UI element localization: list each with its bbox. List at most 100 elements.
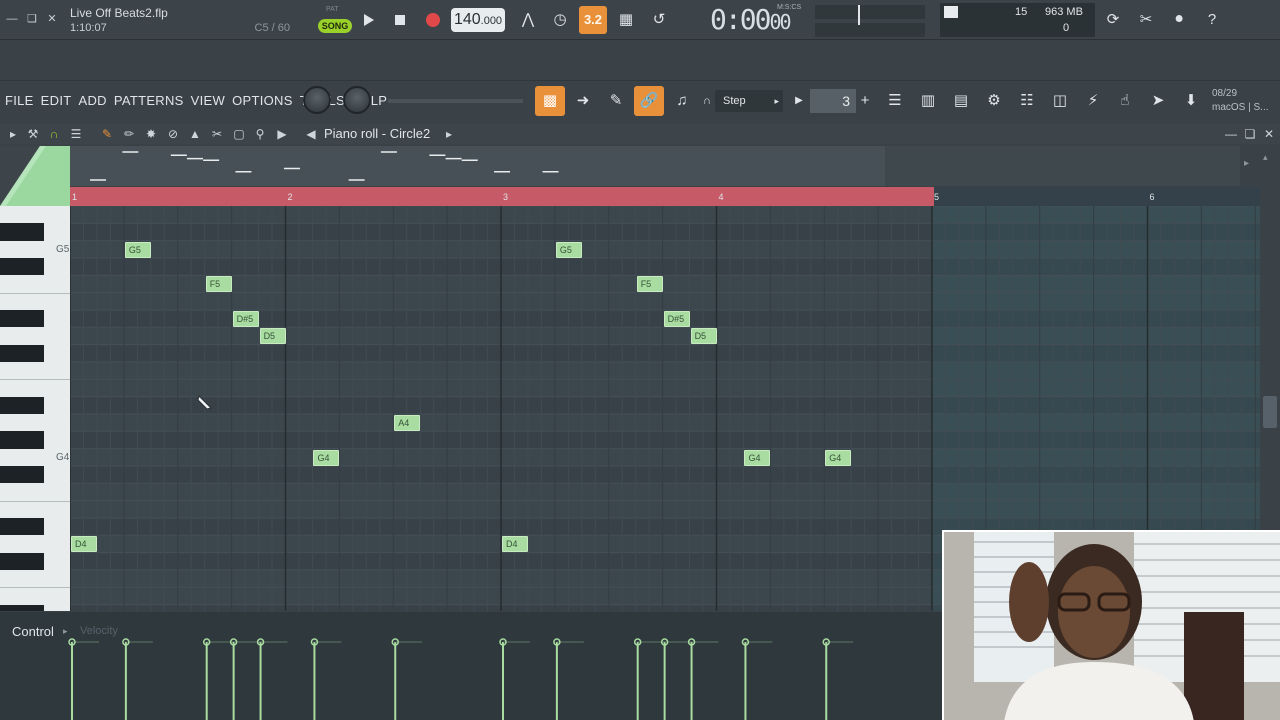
undo-history-icon[interactable]: ⟳ [1099,6,1127,34]
note-g5[interactable]: G5 [555,241,582,258]
news-text[interactable]: macOS | S... [1212,102,1269,113]
snap-selector[interactable]: Step ▸ [715,90,783,112]
touch-icon[interactable]: ☝ [1110,86,1140,116]
menu-edit[interactable]: EDIT [41,93,72,111]
chevron-right-icon[interactable]: ▸ [63,626,68,637]
black-key[interactable] [0,552,44,570]
channel-rack-icon[interactable]: ▤ [946,86,976,116]
cpu-memory-monitor[interactable]: 15 963 MB 0 [940,3,1095,37]
overview-empty: ▸ [885,146,1249,186]
menu-options[interactable]: OPTIONS [232,93,293,111]
black-key[interactable] [0,309,44,328]
scroll-thumb[interactable] [1263,396,1277,428]
loop-record-icon[interactable]: ↺ [645,6,673,34]
chevron-right-icon[interactable]: ▸ [440,126,458,142]
file-icon[interactable]: ◫ [1045,86,1075,116]
slice-tool-icon[interactable]: ✂ [208,126,226,142]
playlist-icon[interactable]: ☰ [880,86,910,116]
note-f5[interactable]: F5 [636,276,663,293]
speaker-icon[interactable]: ◀ [302,126,320,142]
mixer-icon[interactable]: ⚙ [979,86,1009,116]
note-g4[interactable]: G4 [313,449,340,466]
tempo-display[interactable]: 140.000 [451,8,505,32]
playback-icon[interactable]: ▶ [273,126,291,142]
browser-icon[interactable]: ☷ [1012,86,1042,116]
menu-file[interactable]: FILE [5,93,34,111]
black-key[interactable] [0,517,44,536]
typing-keyboard-icon[interactable]: ▩ [535,86,565,116]
black-key[interactable] [0,396,44,414]
timeline-ruler[interactable]: 1 2 3 4 5 6 [70,187,1260,206]
minimize-icon[interactable]: — [1222,126,1240,142]
link-icon[interactable]: 🔗 [634,86,664,116]
note-g4[interactable]: G4 [825,449,852,466]
chevron-right-icon[interactable]: ▸ [1244,158,1249,169]
black-key[interactable] [0,465,44,484]
close-icon[interactable]: ✕ [44,11,60,27]
note-f5[interactable]: F5 [205,276,232,293]
zoom-icon[interactable]: ⚲ [251,126,269,142]
piano-keyboard[interactable]: G5 G4 [0,206,70,611]
note-g4[interactable]: G4 [744,449,771,466]
black-key[interactable] [0,257,44,276]
chevron-up-icon[interactable]: ▴ [1263,152,1268,163]
arrow-right-icon[interactable]: ➜ [568,86,598,116]
note-dsharp5[interactable]: D#5 [663,310,690,327]
master-pitch-knob[interactable] [343,86,371,114]
plus-icon[interactable]: + [856,86,874,116]
play-small-icon[interactable]: ▶ [790,86,808,116]
control-label[interactable]: Control [12,624,54,639]
piano-roll-icon[interactable]: ▥ [913,86,943,116]
black-key[interactable] [0,604,44,611]
note-dsharp5[interactable]: D#5 [232,310,259,327]
main-slider[interactable] [388,99,523,103]
help-icon[interactable]: ? [1198,6,1226,34]
blend-notes-button[interactable]: 3.2 [579,6,607,34]
delete-tool-icon[interactable]: ✸ [142,126,160,142]
menu-icon[interactable]: ☰ [67,126,85,142]
pat-song-switch[interactable]: PAT SONG [318,6,352,34]
menu-patterns[interactable]: PATTERNS [114,93,184,111]
black-key[interactable] [0,431,44,449]
maximize-icon[interactable]: ❏ [1241,126,1259,142]
black-key[interactable] [0,223,44,241]
plugin-icon[interactable]: ⚡ [1078,86,1108,116]
note-a4[interactable]: A4 [394,414,421,431]
menu-add[interactable]: ADD [78,93,106,111]
metronome-icon[interactable]: ⋀ [514,6,542,34]
slip-tool-icon[interactable]: ▲ [186,126,204,142]
play-button[interactable] [354,6,382,34]
download-icon[interactable]: ⬇ [1176,86,1206,116]
select-tool-icon[interactable]: ▢ [230,126,248,142]
scissors-icon[interactable]: ✂ [1132,6,1160,34]
wait-for-input-icon[interactable]: ◷ [546,6,574,34]
step-value-field[interactable]: 3 [810,89,856,113]
magnet-icon[interactable]: ∩ [45,126,63,142]
close-icon[interactable]: ✕ [1260,126,1278,142]
pattern-overview[interactable] [70,146,885,186]
stamp-icon[interactable]: ♫ [667,86,697,116]
restore-icon[interactable]: ❏ [24,11,40,27]
mute-tool-icon[interactable]: ⊘ [164,126,182,142]
microphone-icon[interactable]: ⚫ [1165,6,1193,34]
note-d5[interactable]: D5 [690,328,717,345]
note-d4[interactable]: D4 [502,536,528,553]
note-d4[interactable]: D4 [71,536,97,553]
options-arrow-icon[interactable]: ▸ [4,126,22,142]
note-g5[interactable]: G5 [124,241,151,258]
tools-wrench-icon[interactable]: ⚒ [24,126,42,142]
note-d5[interactable]: D5 [259,328,286,345]
script-icon[interactable]: ➤ [1143,86,1173,116]
loop-region[interactable] [70,187,934,206]
paint-brush-icon[interactable]: ✏ [120,126,138,142]
step-edit-icon[interactable]: ▦ [612,6,640,34]
draw-pencil-icon[interactable]: ✎ [98,126,116,142]
menu-view[interactable]: VIEW [191,93,225,111]
minimize-icon[interactable]: — [4,11,20,27]
pencil-icon[interactable]: ✎ [601,86,631,116]
record-button[interactable] [419,6,447,34]
magnet-icon[interactable]: ∩ [701,86,713,116]
black-key[interactable] [0,344,44,362]
master-volume-knob[interactable] [303,86,331,114]
stop-button[interactable] [386,6,414,34]
